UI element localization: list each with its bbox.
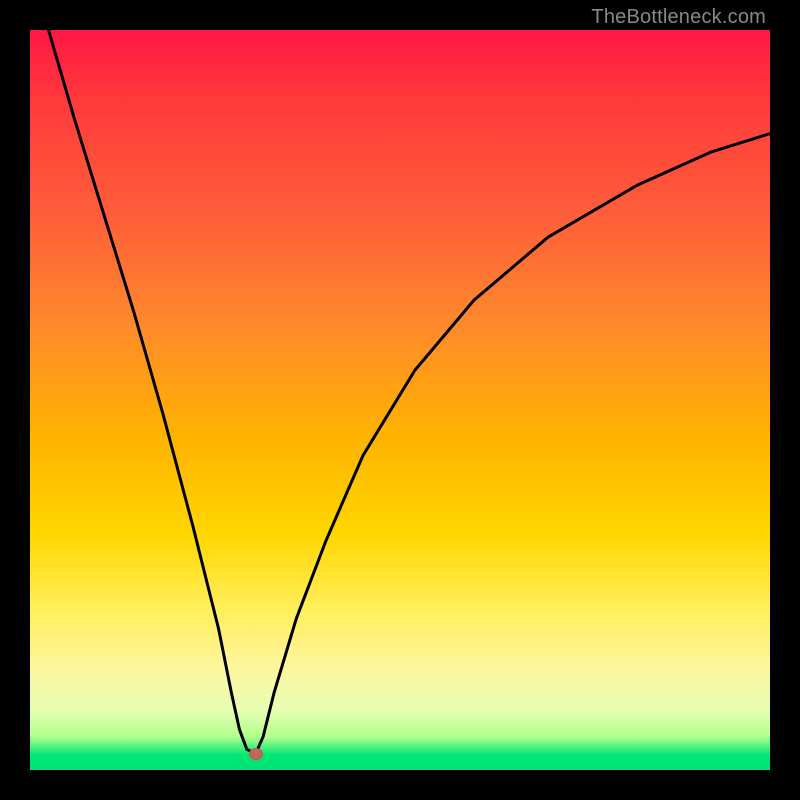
min-point-marker [249,748,263,760]
chart-frame: TheBottleneck.com [0,0,800,800]
bottleneck-curve-path [49,30,771,754]
curve-svg [30,30,770,770]
watermark-text: TheBottleneck.com [591,6,766,29]
plot-area [30,30,770,770]
